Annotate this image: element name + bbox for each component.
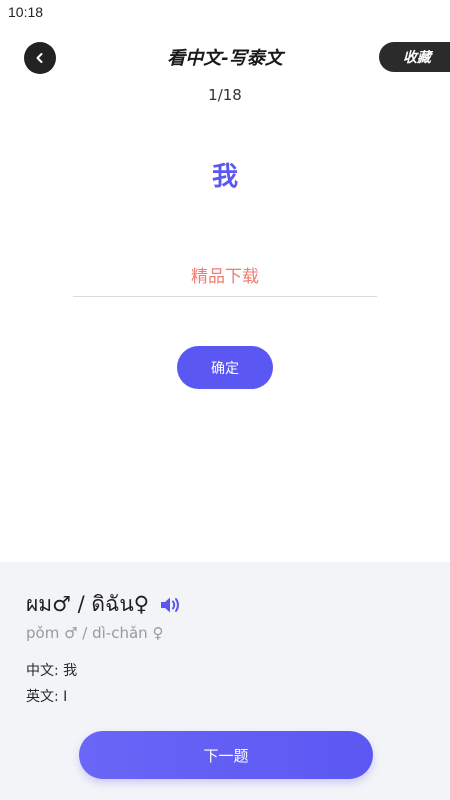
status-time: 10:18 xyxy=(8,4,44,20)
answer-input[interactable] xyxy=(73,254,377,294)
question-word: 我 xyxy=(211,162,238,192)
speaker-icon[interactable] xyxy=(159,594,183,616)
next-question-button[interactable]: 下一题 xyxy=(79,731,373,779)
romanization: pǒm ♂ / dì-chǎn ♀ xyxy=(26,624,164,642)
thai-word: ผม♂ / ดิฉัน♀ xyxy=(26,592,150,616)
answer-field xyxy=(73,254,377,297)
thai-line: ผม♂ / ดิฉัน♀ xyxy=(26,588,183,621)
chinese-label: 中文: xyxy=(26,663,59,679)
favorite-button[interactable]: 收藏 xyxy=(379,42,450,72)
english-value: I xyxy=(63,689,68,705)
confirm-button[interactable]: 确定 xyxy=(177,346,273,389)
back-button[interactable] xyxy=(24,42,56,74)
progress-indicator: 1/18 xyxy=(208,86,242,104)
word-info-panel: ผม♂ / ดิฉัน♀ pǒm ♂ / dì-chǎn ♀ 中文: 我 英文:… xyxy=(0,562,450,800)
english-row: 英文: I xyxy=(26,686,67,706)
chinese-value: 我 xyxy=(63,663,78,679)
chinese-row: 中文: 我 xyxy=(26,660,77,680)
quiz-screen: 10:18 看中文-写泰文 收藏 1/18 我 确定 ผม♂ / ดิฉัน♀ xyxy=(0,0,450,800)
english-label: 英文: xyxy=(26,689,59,705)
chevron-left-icon xyxy=(34,52,46,64)
status-bar: 10:18 xyxy=(0,0,450,26)
